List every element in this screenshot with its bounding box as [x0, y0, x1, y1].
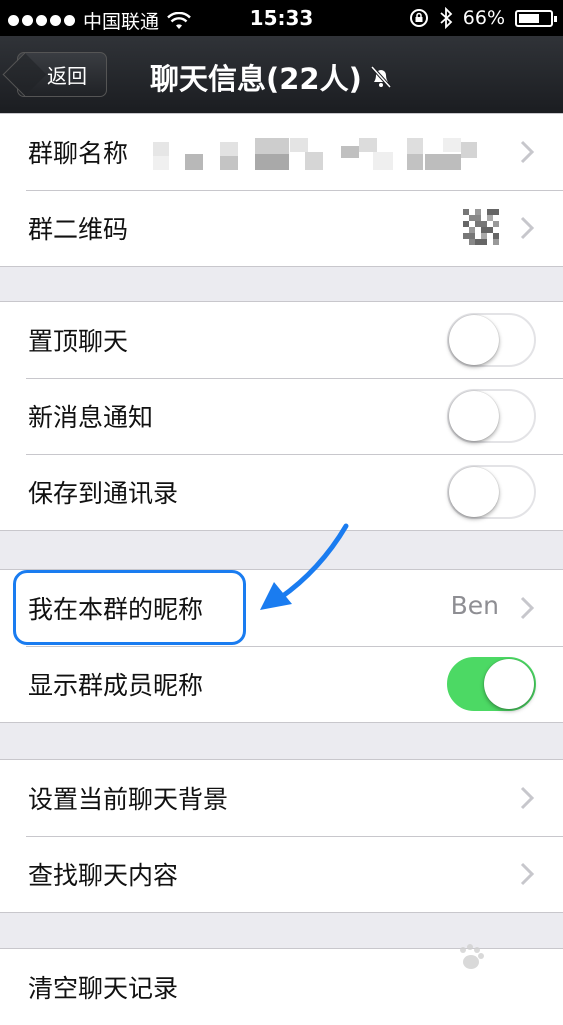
- pin-chat-label: 置顶聊天: [28, 327, 129, 356]
- group-qr-row[interactable]: 群二维码: [0, 190, 563, 266]
- show-member-nickname-row: 显示群成员昵称: [0, 646, 563, 722]
- group-name-row[interactable]: 群聊名称: [0, 114, 563, 190]
- my-nickname-value: Ben: [450, 591, 499, 620]
- chat-background-label: 设置当前聊天背景: [28, 785, 229, 814]
- toggle-knob: [449, 467, 499, 517]
- chevron-right-icon: [520, 140, 535, 164]
- chat-background-row[interactable]: 设置当前聊天背景: [0, 760, 563, 836]
- rotation-lock-icon: [409, 9, 428, 27]
- baidu-watermark-logo: [460, 944, 484, 969]
- back-button[interactable]: 返回: [17, 52, 107, 97]
- pixelated-group-name: [153, 138, 477, 170]
- chevron-right-icon: [520, 596, 535, 620]
- pin-chat-row: 置顶聊天: [0, 302, 563, 378]
- chat-settings-section: 置顶聊天 新消息通知 保存到通讯录: [0, 301, 563, 531]
- back-button-label: 返回: [47, 64, 87, 88]
- page-title: 聊天信息(22人): [150, 56, 392, 98]
- page-title-text: 聊天信息(22人): [150, 62, 362, 96]
- status-bar: 中国联通 15:33 66%: [0, 0, 563, 36]
- battery-icon: [515, 9, 557, 27]
- mute-bell-icon: [370, 65, 392, 89]
- save-to-contacts-toggle[interactable]: [447, 465, 536, 519]
- show-member-nickname-toggle[interactable]: [447, 657, 536, 711]
- toggle-knob: [484, 659, 534, 709]
- toggle-knob: [449, 391, 499, 441]
- show-member-nickname-label: 显示群成员昵称: [28, 671, 204, 700]
- status-right: 66%: [409, 7, 557, 29]
- group-qr-label: 群二维码: [28, 215, 129, 244]
- group-info-section: 群聊名称 群二维码: [0, 113, 563, 267]
- new-message-notify-toggle[interactable]: [447, 389, 536, 443]
- annotation-arrow-icon: [260, 523, 349, 610]
- battery-fill: [519, 13, 539, 23]
- new-message-notify-label: 新消息通知: [28, 403, 154, 432]
- chevron-right-icon: [520, 786, 535, 810]
- search-chat-label: 查找聊天内容: [28, 861, 179, 890]
- chat-tools-section: 设置当前聊天背景 查找聊天内容: [0, 759, 563, 913]
- navigation-bar: 返回 聊天信息(22人): [0, 36, 563, 113]
- save-to-contacts-row: 保存到通讯录: [0, 454, 563, 530]
- search-chat-row[interactable]: 查找聊天内容: [0, 836, 563, 912]
- bluetooth-icon: [440, 7, 453, 29]
- my-nickname-label: 我在本群的昵称: [28, 595, 204, 624]
- group-name-label: 群聊名称: [28, 139, 129, 168]
- toggle-knob: [449, 315, 499, 365]
- chevron-right-icon: [520, 862, 535, 886]
- battery-percent: 66%: [462, 7, 505, 29]
- qr-code-icon: [463, 209, 499, 245]
- new-message-notify-row: 新消息通知: [0, 378, 563, 454]
- save-to-contacts-label: 保存到通讯录: [28, 479, 179, 508]
- pin-chat-toggle[interactable]: [447, 313, 536, 367]
- chevron-right-icon: [520, 216, 535, 240]
